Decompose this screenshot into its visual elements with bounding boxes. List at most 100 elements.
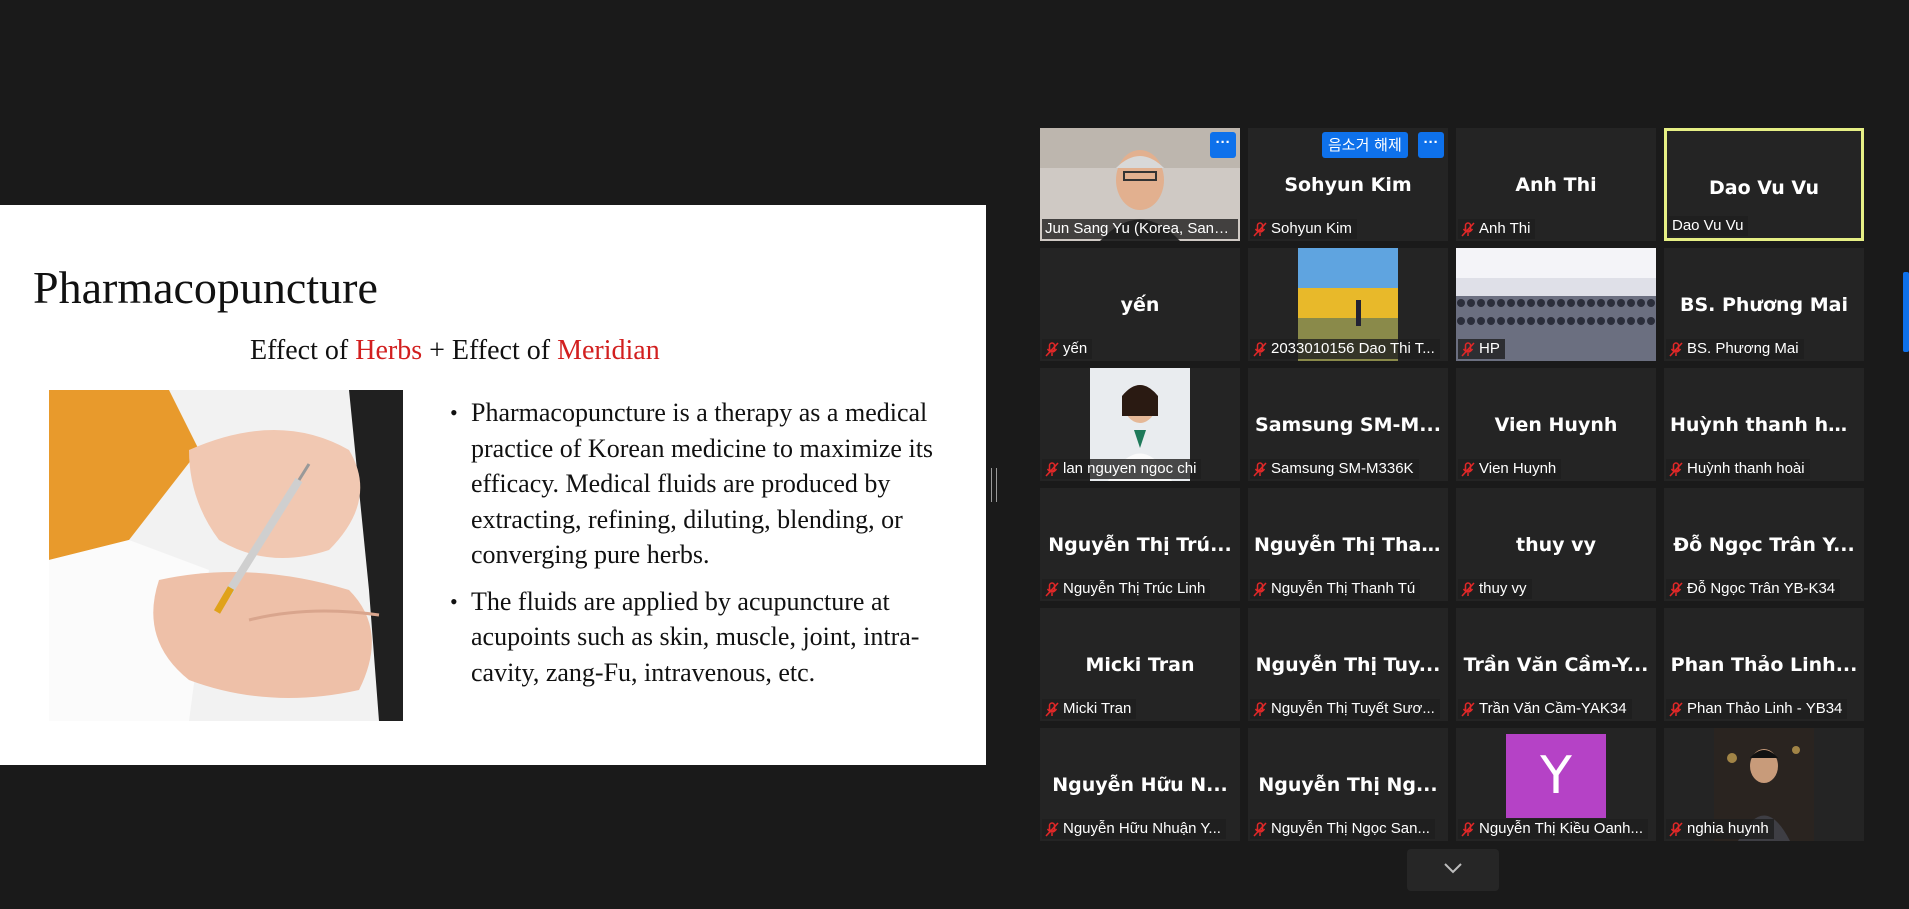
participant-tile[interactable]: Samsung SM-M... Samsung SM-M336K [1248,368,1448,481]
mic-muted-icon [1045,341,1059,357]
participant-name-text: Nguyễn Thị Trúc Linh [1063,580,1206,597]
participant-tile[interactable]: 2033010156 Dao Thi T... [1248,248,1448,361]
participant-name-text: HP [1479,340,1500,357]
subtitle-meridian: Meridian [557,335,660,366]
participant-name-label: Trần Văn Cầm-YAK34 [1458,699,1632,719]
participant-name-label: Nguyễn Thị Tuyết Sươ... [1250,699,1440,719]
participant-name-text: Nguyễn Thị Tuyết Sươ... [1271,700,1435,717]
participant-name-text: Anh Thi [1479,220,1531,237]
participant-display-name: Sohyun Kim [1284,174,1412,196]
participant-name-label: Nguyễn Hữu Nhuận Y... [1042,819,1226,839]
panel-resize-handle[interactable] [991,468,997,502]
participant-name-text: Jun Sang Yu (Korea, Sangj... [1045,220,1233,237]
participant-tile[interactable]: Phan Thảo Linh... Phan Thảo Linh - YB34 [1664,608,1864,721]
participant-display-name: Phan Thảo Linh... [1670,654,1858,676]
participant-tile[interactable]: nghia huynh [1664,728,1864,841]
slide-bullet-list: Pharmacopuncture is a therapy as a medic… [450,395,950,701]
participant-name-text: Dao Vu Vu [1672,217,1744,234]
mic-muted-icon [1461,341,1475,357]
participant-display-name: Nguyễn Thị Trú... [1048,534,1232,556]
participant-name-label: Nguyễn Thị Thanh Tú [1250,579,1421,599]
participant-display-name: Đỗ Ngọc Trân Y... [1673,534,1855,556]
participant-name-text: yến [1063,340,1088,357]
participant-tile[interactable]: Sohyun Kim ··· 음소거 해제 Sohyun Kim [1248,128,1448,241]
participant-tile[interactable]: Y Nguyễn Thị Kiều Oanh... [1456,728,1656,841]
mic-muted-icon [1253,461,1267,477]
mic-muted-icon [1045,701,1059,717]
participant-name-text: Micki Tran [1063,700,1132,717]
subtitle-part1: Effect of [250,335,356,366]
participant-name-text: Nguyễn Hữu Nhuận Y... [1063,820,1221,837]
mic-muted-icon [1253,581,1267,597]
slide-bullet: The fluids are applied by acupuncture at… [450,584,950,691]
mic-muted-icon [1253,341,1267,357]
participant-tile[interactable]: Nguyễn Hữu N... Nguyễn Hữu Nhuận Y... [1040,728,1240,841]
mic-muted-icon [1045,821,1059,837]
mic-muted-icon [1045,581,1059,597]
participant-display-name: Nguyễn Hữu N... [1052,774,1228,796]
mic-muted-icon [1669,821,1683,837]
gallery-next-page-button[interactable] [1407,849,1499,891]
participant-name-text: Sohyun Kim [1271,220,1352,237]
participant-tile[interactable]: Đỗ Ngọc Trân Y... Đỗ Ngọc Trân YB-K34 [1664,488,1864,601]
participant-tile[interactable]: thuy vy thuy vy [1456,488,1656,601]
mic-muted-icon [1253,821,1267,837]
participant-display-name: Vien Huynh [1494,414,1618,436]
participant-tile[interactable]: BS. Phương Mai BS. Phương Mai [1664,248,1864,361]
participant-name-label: Samsung SM-M336K [1250,459,1419,479]
participant-tile[interactable]: Nguyễn Thị Tuy... Nguyễn Thị Tuyết Sươ... [1248,608,1448,721]
participant-tile[interactable]: Trần Văn Cầm-Y... Trần Văn Cầm-YAK34 [1456,608,1656,721]
participant-name-label: Jun Sang Yu (Korea, Sangj... [1042,219,1238,239]
chevron-down-icon [1444,863,1462,874]
participant-tile[interactable]: Nguyễn Thị Tha... Nguyễn Thị Thanh Tú [1248,488,1448,601]
participant-tile[interactable]: HP [1456,248,1656,361]
mic-muted-icon [1669,581,1683,597]
side-panel-scroll-indicator[interactable] [1903,272,1909,352]
participant-display-name: Huỳnh thanh hoài [1670,414,1861,436]
slide-photo-injection [49,390,403,721]
participant-tile[interactable]: Micki Tran Micki Tran [1040,608,1240,721]
mic-muted-icon [1461,581,1475,597]
participant-display-name: yến [1120,294,1160,316]
participant-name-label: HP [1458,339,1505,359]
participant-tile[interactable]: Huỳnh thanh hoài Huỳnh thanh hoài [1664,368,1864,481]
participant-name-text: BS. Phương Mai [1687,340,1799,357]
participant-display-name: Dao Vu Vu [1709,177,1819,199]
participant-name-label: Anh Thi [1458,219,1536,239]
participant-display-name: Trần Văn Cầm-Y... [1463,654,1649,676]
participant-name-text: 2033010156 Dao Thi T... [1271,340,1435,357]
slide-bullet: Pharmacopuncture is a therapy as a medic… [450,395,950,573]
participant-display-name: Samsung SM-M... [1255,414,1441,436]
subtitle-part2: + Effect of [422,335,558,366]
mic-muted-icon [1461,821,1475,837]
participant-tile[interactable]: yến yến [1040,248,1240,361]
participant-name-label: Phan Thảo Linh - YB34 [1666,699,1848,719]
participant-more-button[interactable]: ··· [1210,132,1236,158]
participant-name-text: Đỗ Ngọc Trân YB-K34 [1687,580,1836,597]
participant-more-button[interactable]: ··· [1418,132,1444,158]
participant-name-label: Đỗ Ngọc Trân YB-K34 [1666,579,1841,599]
participant-name-label: Nguyễn Thị Ngọc San... [1250,819,1435,839]
participant-name-label: Huỳnh thanh hoài [1666,459,1810,479]
mic-muted-icon [1669,341,1683,357]
mic-muted-icon [1669,461,1683,477]
participant-tile[interactable]: Vien Huynh Vien Huynh [1456,368,1656,481]
subtitle-herbs: Herbs [355,335,423,366]
participant-tile[interactable]: Nguyễn Thị Ng... Nguyễn Thị Ngọc San... [1248,728,1448,841]
participant-tile[interactable]: lan nguyen ngoc chi [1040,368,1240,481]
mic-muted-icon [1253,701,1267,717]
mic-muted-icon [1045,461,1059,477]
participant-name-label: Nguyễn Thị Trúc Linh [1042,579,1211,599]
participant-name-label: Vien Huynh [1458,459,1562,479]
participant-name-label: lan nguyen ngoc chi [1042,459,1202,479]
mic-muted-icon [1461,701,1475,717]
unmute-request-button[interactable]: 음소거 해제 [1322,132,1408,158]
participant-name-label: thuy vy [1458,579,1532,599]
participant-tile[interactable]: Dao Vu Vu Dao Vu Vu [1664,128,1864,241]
mic-muted-icon [1669,701,1683,717]
participant-tile[interactable]: Anh Thi Anh Thi [1456,128,1656,241]
participant-name-text: Nguyễn Thị Ngọc San... [1271,820,1430,837]
participant-tile[interactable]: Nguyễn Thị Trú... Nguyễn Thị Trúc Linh [1040,488,1240,601]
participant-name-text: Samsung SM-M336K [1271,460,1414,477]
participant-tile[interactable]: ··· Jun Sang Yu (Korea, Sangj... [1040,128,1240,241]
